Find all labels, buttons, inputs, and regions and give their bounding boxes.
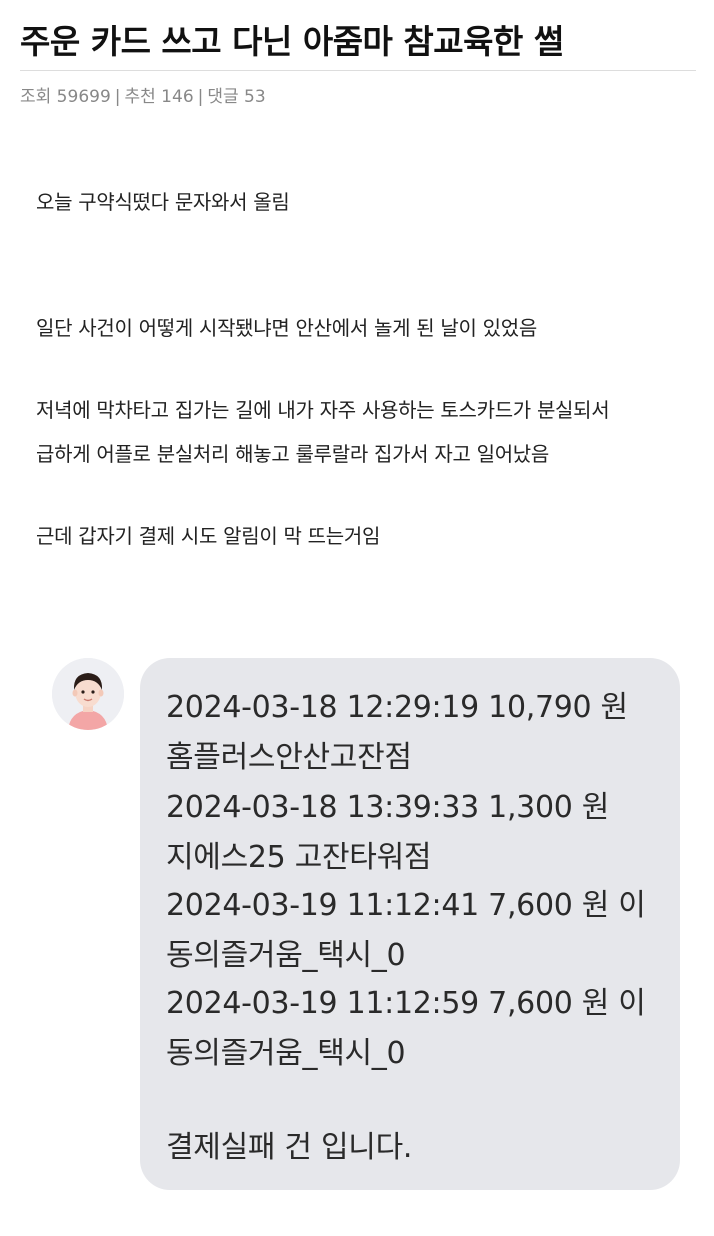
body-paragraph: 근데 갑자기 결제 시도 알림이 막 뜨는거임 xyxy=(36,524,381,548)
merchant-line: 동의즐거움_택시_0 xyxy=(166,1036,406,1071)
transaction-line: 2024-03-18 13:39:33 1,300 원 xyxy=(166,790,610,825)
transaction-line: 2024-03-19 11:12:59 7,600 원 이 xyxy=(166,986,646,1021)
recommend-count: 추천 146 xyxy=(124,87,194,107)
meta-separator: | xyxy=(197,87,204,107)
body-paragraph: 저녁에 막차타고 집가는 길에 내가 자주 사용하는 토스카드가 분실되서 xyxy=(36,398,610,422)
payment-failed-notice: 결제실패 건 입니다. xyxy=(166,1130,413,1165)
view-count: 조회 59699 xyxy=(20,87,111,107)
merchant-line: 지에스25 고잔타워점 xyxy=(166,840,432,875)
comment-count[interactable]: 댓글 53 xyxy=(207,87,265,107)
merchant-line: 동의즐거움_택시_0 xyxy=(166,938,406,973)
body-paragraph: 급하게 어플로 분실처리 해놓고 룰루랄라 집가서 자고 일어났음 xyxy=(36,442,550,466)
post-title: 주운 카드 쓰고 다닌 아줌마 참교육한 썰 xyxy=(20,22,564,61)
meta-separator: | xyxy=(114,87,121,107)
avatar-illustration xyxy=(52,658,124,730)
post-meta: 조회 59699 | 추천 146 | 댓글 53 xyxy=(20,85,696,109)
body-paragraph: 일단 사건이 어떻게 시작됐냐면 안산에서 놀게 된 날이 있었음 xyxy=(36,316,537,340)
body-paragraph: 오늘 구약식떴다 문자와서 올림 xyxy=(36,190,290,214)
title-divider xyxy=(20,70,696,71)
post-header: 주운 카드 쓰고 다닌 아줌마 참교육한 썰 조회 59699 | 추천 146 | 댓… xyxy=(20,14,696,109)
person-avatar-icon xyxy=(52,658,124,730)
transaction-line: 2024-03-18 12:29:19 10,790 원 xyxy=(166,690,628,725)
sms-screenshot: 2024-03-18 12:29:19 10,790 원 홈플러스안산고잔점 2… xyxy=(0,640,714,1236)
sms-message-bubble: 2024-03-18 12:29:19 10,790 원 홈플러스안산고잔점 2… xyxy=(140,658,680,1190)
merchant-line: 홈플러스안산고잔점 xyxy=(166,740,412,775)
transaction-line: 2024-03-19 11:12:41 7,600 원 이 xyxy=(166,888,646,923)
